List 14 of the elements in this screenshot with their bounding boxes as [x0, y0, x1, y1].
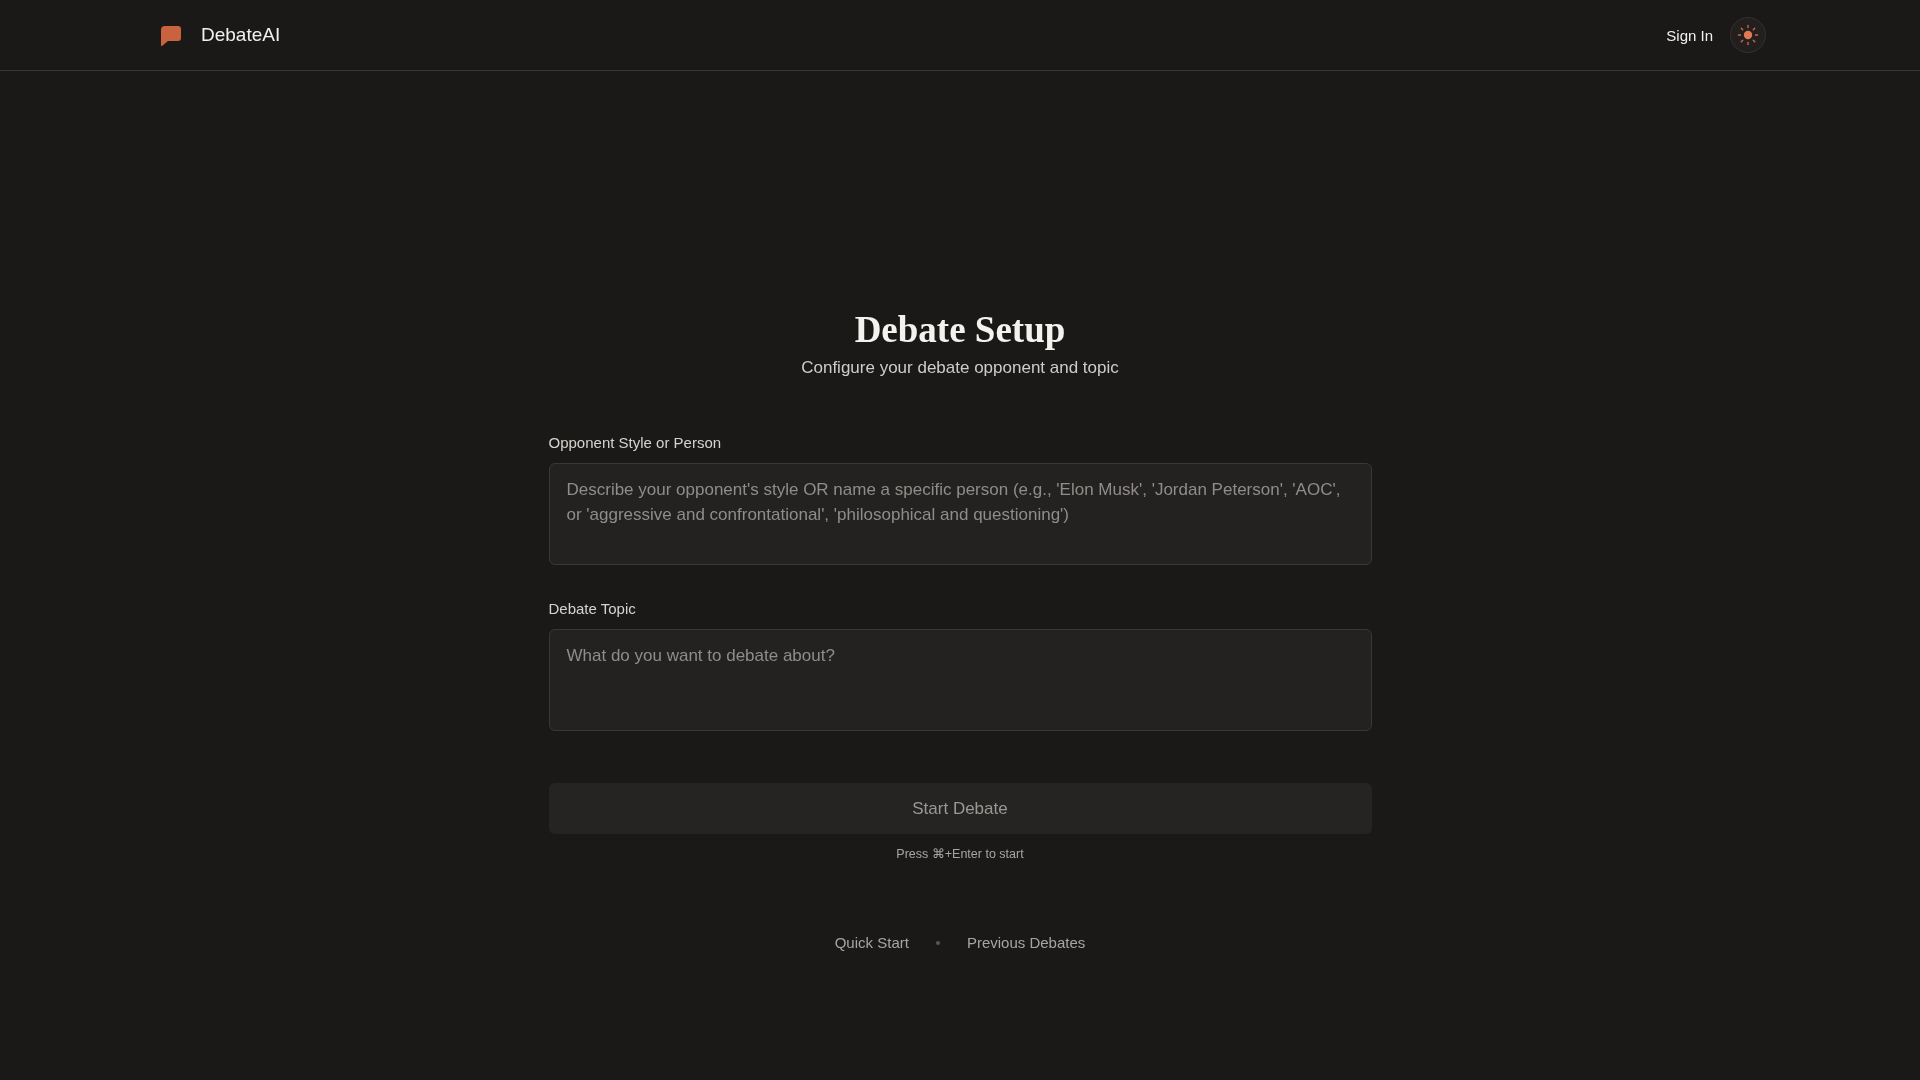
speech-bubble-logo-icon [160, 24, 182, 47]
text-area-field[interactable]: Describe your opponent's style OR name a specific person (e.g., 'Elon Musk', 'Jordan Peterson', 'AOC', or 'aggressive and confrontational', 'philosophical and questioning') [548, 463, 1372, 565]
separator-dot-icon [935, 941, 940, 945]
page-title: Debate Setup [854, 308, 1066, 352]
sun-icon[interactable] [1730, 17, 1766, 53]
footer-link[interactable]: Quick Start [834, 933, 909, 953]
footer-link[interactable]: Previous Debates [966, 933, 1086, 953]
field-label: Debate Topic [548, 599, 636, 618]
app-name: DebateAI [201, 24, 281, 46]
keyboard-hint: Press ⌘+Enter to start [896, 846, 1024, 862]
page-subtitle: Configure your debate opponent and topic [801, 357, 1119, 379]
text-area-field[interactable]: What do you want to debate about? [548, 629, 1372, 731]
sign-in-link[interactable]: Sign In [1666, 26, 1713, 44]
field-label: Opponent Style or Person [548, 433, 722, 452]
